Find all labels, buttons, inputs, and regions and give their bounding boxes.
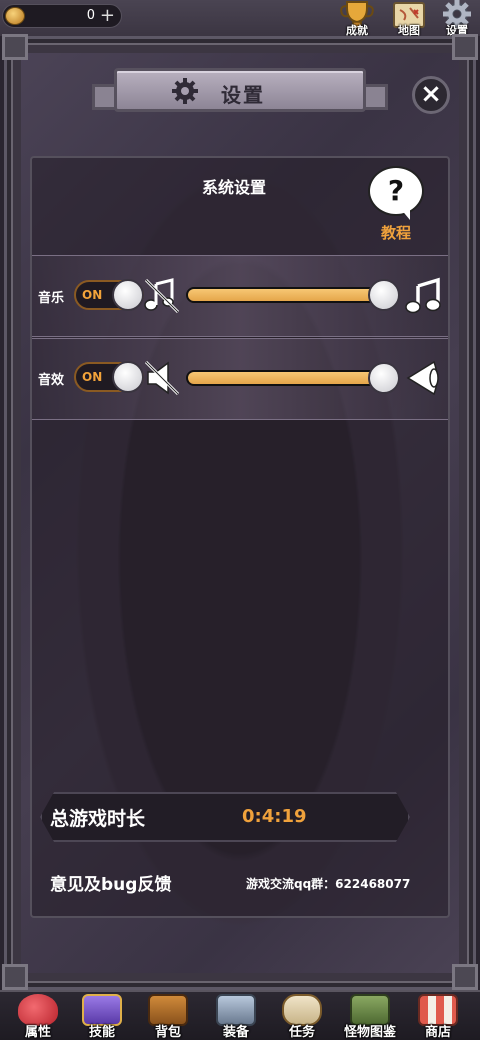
nav-backpack[interactable]: 背包 xyxy=(138,992,198,1040)
tutorial-button[interactable]: ? 教程 xyxy=(366,166,426,242)
sound-volume-slider[interactable] xyxy=(186,370,386,386)
nav-label: 任务 xyxy=(288,1025,315,1040)
gear-icon xyxy=(172,78,198,104)
nav-attributes[interactable]: 属性 xyxy=(8,992,68,1040)
nav-label: 技能 xyxy=(88,1025,115,1040)
nav-shop[interactable]: 商店 xyxy=(408,992,468,1040)
nav-equipment[interactable]: 装备 xyxy=(206,992,266,1040)
sound-volume-knob[interactable] xyxy=(368,362,400,394)
nav-skills[interactable]: 技能 xyxy=(72,992,132,1040)
panel-corner-tl xyxy=(2,34,28,60)
settings-button[interactable]: 设置 xyxy=(436,0,478,37)
map-button[interactable]: 地图 xyxy=(388,0,430,37)
bubble-tail xyxy=(400,208,410,220)
music-toggle-text: ON xyxy=(82,288,103,302)
sound-toggle[interactable]: ON xyxy=(74,361,144,393)
music-label: 音乐 xyxy=(38,291,65,306)
nav-label: 属性 xyxy=(24,1025,51,1040)
question-icon: ? xyxy=(368,166,424,216)
sound-label: 音效 xyxy=(38,373,65,388)
nav-label: 商店 xyxy=(424,1025,451,1040)
dialog-title: 设置 xyxy=(221,83,265,107)
music-toggle[interactable]: ON xyxy=(74,279,144,311)
music-volume-fill xyxy=(188,289,384,301)
coin-icon xyxy=(5,7,25,25)
music-mute-icon[interactable] xyxy=(142,276,182,316)
section-title: 系统设置 xyxy=(202,178,267,197)
currency-add-button[interactable]: + xyxy=(100,5,115,27)
sound-toggle-text: ON xyxy=(82,370,103,384)
title-banner: 设置 xyxy=(114,68,366,112)
close-button[interactable]: × xyxy=(412,76,450,114)
music-note-icon xyxy=(405,277,441,314)
music-toggle-knob xyxy=(112,279,144,311)
top-bar: 0 + 成就 地图 设置 xyxy=(0,0,480,37)
speaker-icon xyxy=(406,360,439,396)
nav-bestiary[interactable]: 怪物图鉴 xyxy=(334,992,406,1040)
nav-label: 装备 xyxy=(222,1025,249,1040)
nav-label: 背包 xyxy=(154,1025,181,1040)
nav-label: 怪物图鉴 xyxy=(343,1025,396,1040)
tutorial-label: 教程 xyxy=(380,224,411,242)
currency-display: 0 + xyxy=(2,4,122,28)
sound-volume-fill xyxy=(188,372,384,384)
currency-value: 0 xyxy=(86,8,95,23)
feedback-link[interactable]: 意见及bug反馈 xyxy=(50,870,171,895)
playtime-label: 总游戏时长 xyxy=(50,808,146,830)
sound-mute-icon[interactable] xyxy=(142,358,182,398)
bottom-nav: 属性 技能 背包 装备 任务 怪物图鉴 商店 xyxy=(0,990,480,1040)
achievements-button[interactable]: 成就 xyxy=(336,0,378,37)
panel-corner-br xyxy=(452,964,478,990)
qq-group-text: 游戏交流qq群：622468077 xyxy=(246,877,411,891)
music-volume-slider[interactable] xyxy=(186,287,386,303)
panel-corner-bl xyxy=(2,964,28,990)
nav-quests[interactable]: 任务 xyxy=(272,992,332,1040)
playtime-value: 0:4:19 xyxy=(242,806,307,827)
sound-toggle-knob xyxy=(112,361,144,393)
panel-corner-tr xyxy=(452,34,478,60)
music-volume-knob[interactable] xyxy=(368,279,400,311)
